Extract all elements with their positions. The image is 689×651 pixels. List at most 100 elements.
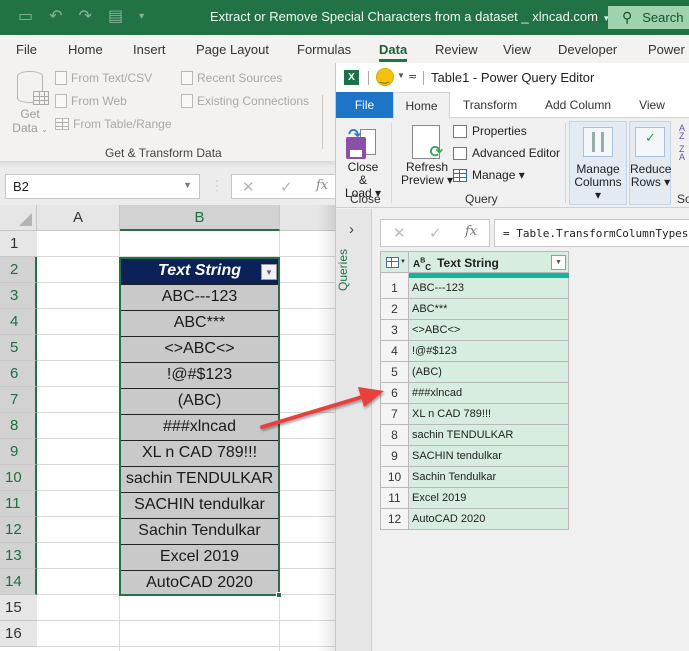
pq-table-row[interactable]: 9 SACHIN tendulkar bbox=[380, 446, 569, 467]
pq-table-row[interactable]: 8 sachin TENDULKAR bbox=[380, 425, 569, 446]
pq-tab-file[interactable]: File bbox=[336, 92, 393, 118]
sort-descending-icon[interactable]: ZA bbox=[679, 145, 685, 162]
tab-file[interactable]: File bbox=[16, 42, 37, 57]
form-icon[interactable]: ▤ bbox=[108, 8, 123, 26]
table-header-cell[interactable]: Text String ▼ bbox=[121, 259, 278, 284]
row-header[interactable]: 10 bbox=[0, 465, 37, 491]
row-header[interactable]: 7 bbox=[0, 387, 37, 413]
pq-cell[interactable]: XL n CAD 789!!! bbox=[409, 404, 569, 425]
chevron-right-icon[interactable]: › bbox=[349, 221, 354, 238]
chevron-down-icon[interactable]: ▼ bbox=[183, 180, 192, 190]
enter-icon[interactable]: ✓ bbox=[429, 224, 442, 242]
tab-review[interactable]: Review bbox=[435, 42, 478, 57]
pq-cell[interactable]: (ABC) bbox=[409, 362, 569, 383]
pq-row-number[interactable]: 6 bbox=[380, 383, 409, 404]
enter-icon[interactable]: ✓ bbox=[280, 178, 293, 196]
row-header[interactable]: 3 bbox=[0, 283, 37, 309]
text-type-icon[interactable]: ABC bbox=[413, 258, 431, 272]
fx-icon[interactable]: fx bbox=[316, 178, 328, 193]
row-header[interactable]: 13 bbox=[0, 543, 37, 569]
table-cell[interactable]: !@#$123 bbox=[121, 362, 278, 388]
pq-table-row[interactable]: 1 ABC---123 bbox=[380, 278, 569, 299]
tab-home[interactable]: Home bbox=[68, 42, 103, 57]
from-text-csv-button[interactable]: From Text/CSV bbox=[55, 71, 152, 85]
filter-dropdown-icon[interactable]: ▼ bbox=[261, 264, 277, 280]
smiley-feedback-icon[interactable] bbox=[376, 68, 394, 86]
pq-table-row[interactable]: 7 XL n CAD 789!!! bbox=[380, 404, 569, 425]
pq-row-number[interactable]: 12 bbox=[380, 509, 409, 530]
sort-ascending-icon[interactable]: AZ bbox=[679, 124, 685, 141]
pq-row-number[interactable]: 5 bbox=[380, 362, 409, 383]
reduce-rows-button[interactable]: Reduce Rows ▾ bbox=[629, 121, 671, 205]
pq-cell[interactable]: AutoCAD 2020 bbox=[409, 509, 569, 530]
row-header[interactable]: 9 bbox=[0, 439, 37, 465]
pq-cell[interactable]: Excel 2019 bbox=[409, 488, 569, 509]
table-menu-button[interactable]: ▼ bbox=[380, 251, 409, 273]
table-cell[interactable]: Excel 2019 bbox=[121, 544, 278, 570]
formula-bar-grip[interactable]: · · · bbox=[215, 174, 219, 196]
column-header-b[interactable]: B bbox=[120, 205, 280, 231]
from-web-button[interactable]: From Web bbox=[55, 94, 127, 108]
chevron-down-icon[interactable]: ▼ bbox=[397, 71, 405, 80]
undo-icon[interactable]: ↶ bbox=[49, 8, 62, 26]
pq-row-number[interactable]: 1 bbox=[380, 278, 409, 299]
pq-table-row[interactable]: 12 AutoCAD 2020 bbox=[380, 509, 569, 530]
pq-cell[interactable]: ABC*** bbox=[409, 299, 569, 320]
pq-tab-view[interactable]: View bbox=[632, 92, 672, 118]
tab-developer[interactable]: Developer bbox=[558, 42, 617, 57]
pq-table-row[interactable]: 3 <>ABC<> bbox=[380, 320, 569, 341]
table-cell[interactable]: (ABC) bbox=[121, 388, 278, 414]
queries-pane-collapsed[interactable]: › Queries bbox=[336, 209, 372, 651]
filter-dropdown-icon[interactable]: ▼ bbox=[551, 255, 566, 270]
spreadsheet-grid[interactable]: A B 1 2 3 4 5 6 7 8 9 10 11 12 13 14 15 16 Text String … bbox=[0, 205, 340, 651]
pq-cell[interactable]: ABC---123 bbox=[409, 278, 569, 299]
pq-row-number[interactable]: 9 bbox=[380, 446, 409, 467]
table-cell[interactable]: XL n CAD 789!!! bbox=[121, 440, 278, 466]
row-header[interactable]: 16 bbox=[0, 621, 37, 647]
properties-button[interactable]: Properties bbox=[453, 124, 527, 138]
table-cell[interactable]: <>ABC<> bbox=[121, 336, 278, 362]
table-cell[interactable]: SACHIN tendulkar bbox=[121, 492, 278, 518]
pq-tab-add-column[interactable]: Add Column bbox=[536, 92, 620, 118]
from-table-range-button[interactable]: From Table/Range bbox=[55, 117, 172, 131]
pq-row-number[interactable]: 8 bbox=[380, 425, 409, 446]
tab-data[interactable]: Data bbox=[379, 42, 408, 62]
row-header[interactable]: 6 bbox=[0, 361, 37, 387]
pq-row-number[interactable]: 7 bbox=[380, 404, 409, 425]
queries-label[interactable]: Queries bbox=[328, 249, 378, 291]
pq-table-row[interactable]: 5 (ABC) bbox=[380, 362, 569, 383]
name-box[interactable]: B2 ▼ bbox=[5, 174, 200, 199]
tab-formulas[interactable]: Formulas bbox=[297, 42, 351, 57]
pq-cell[interactable]: Sachin Tendulkar bbox=[409, 467, 569, 488]
table-cell[interactable]: ABC---123 bbox=[121, 284, 278, 310]
tab-view[interactable]: View bbox=[503, 42, 531, 57]
cancel-icon[interactable]: ✕ bbox=[393, 224, 406, 242]
table-cell[interactable]: Sachin Tendulkar bbox=[121, 518, 278, 544]
select-all-corner[interactable] bbox=[0, 205, 37, 231]
row-header[interactable]: 1 bbox=[0, 231, 37, 257]
pq-row-number[interactable]: 3 bbox=[380, 320, 409, 341]
search-box[interactable]: ⚲ Search bbox=[608, 6, 689, 29]
manage-button[interactable]: Manage ▾ bbox=[453, 168, 525, 182]
row-header[interactable]: 8 bbox=[0, 413, 37, 439]
pq-row-number[interactable]: 4 bbox=[380, 341, 409, 362]
fill-handle[interactable] bbox=[276, 592, 282, 598]
row-header[interactable]: 14 bbox=[0, 569, 37, 595]
customize-qat-icon[interactable]: ▾ bbox=[139, 8, 144, 26]
row-header[interactable]: 11 bbox=[0, 491, 37, 517]
fx-icon[interactable]: fx bbox=[465, 224, 477, 239]
table-cell[interactable]: ###xlncad bbox=[121, 414, 278, 440]
row-header[interactable]: 15 bbox=[0, 595, 37, 621]
column-header-a[interactable]: A bbox=[37, 205, 120, 231]
pq-row-number[interactable]: 10 bbox=[380, 467, 409, 488]
customize-qat-icon[interactable]: ≂ bbox=[408, 70, 417, 83]
advanced-editor-button[interactable]: Advanced Editor bbox=[453, 146, 560, 160]
pq-cell[interactable]: sachin TENDULKAR bbox=[409, 425, 569, 446]
table-cell[interactable]: ABC*** bbox=[121, 310, 278, 336]
get-data-button[interactable]: Get Data ⌄ bbox=[10, 71, 50, 135]
column-header-text-string[interactable]: ABC Text String ▼ bbox=[409, 251, 569, 273]
pq-table-row[interactable]: 2 ABC*** bbox=[380, 299, 569, 320]
pq-tab-transform[interactable]: Transform bbox=[458, 92, 522, 118]
tab-page-layout[interactable]: Page Layout bbox=[196, 42, 269, 57]
table-cell[interactable]: sachin TENDULKAR bbox=[121, 466, 278, 492]
